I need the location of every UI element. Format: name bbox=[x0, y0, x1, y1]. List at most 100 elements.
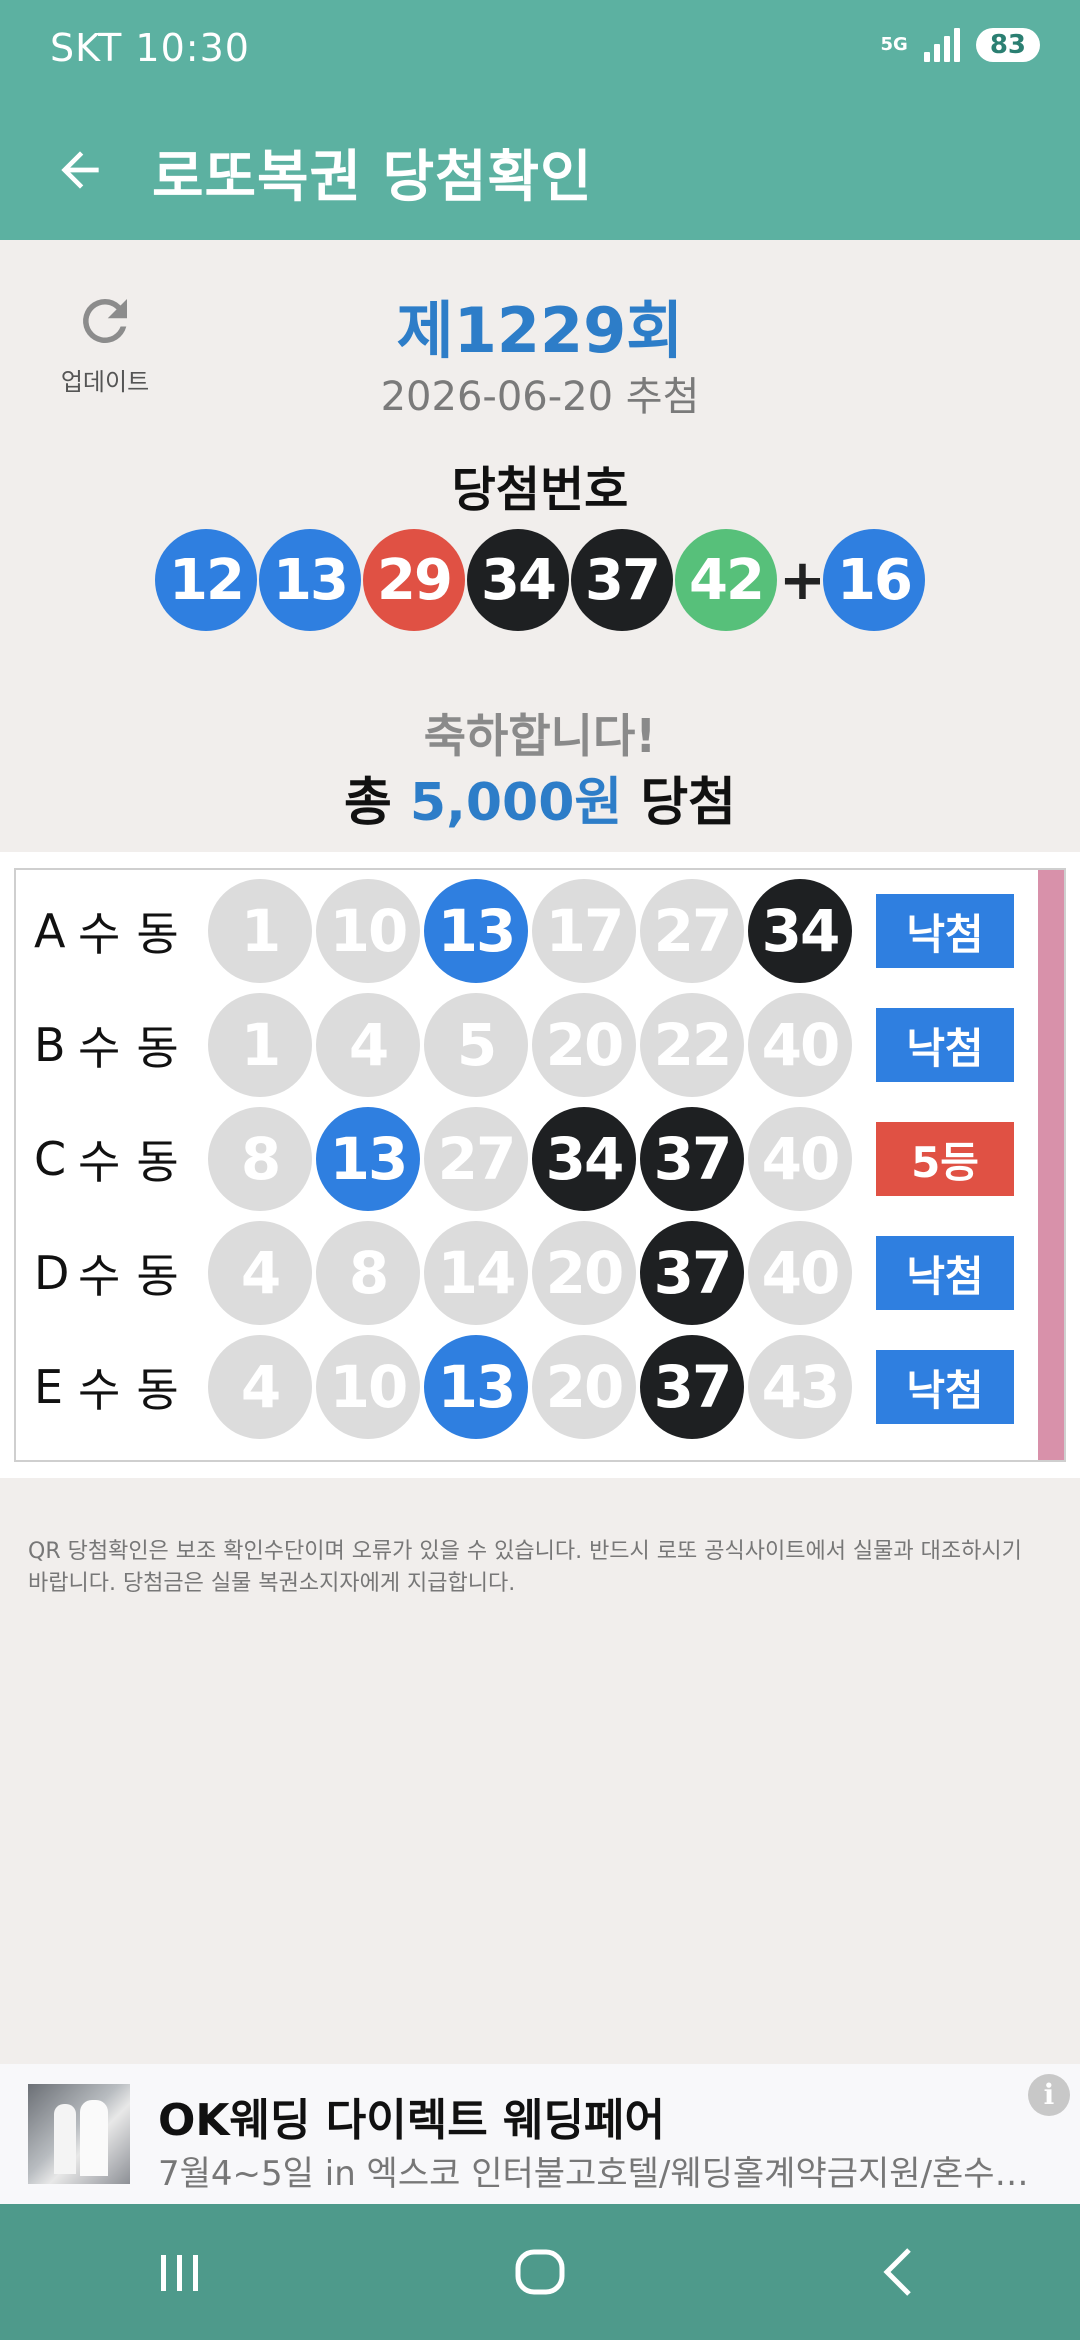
congrats-message: 축하합니다! bbox=[423, 709, 657, 763]
ticket-number-ball: 8 bbox=[208, 1107, 312, 1211]
bonus-number-ball: 16 bbox=[823, 529, 925, 631]
ticket-number-ball: 8 bbox=[316, 1221, 420, 1325]
ticket-number-ball: 20 bbox=[532, 993, 636, 1097]
ticket-number-ball: 13 bbox=[424, 1335, 528, 1439]
recent-apps-icon bbox=[161, 2255, 198, 2291]
ticket-row-c: C 수동 8 13 27 34 37 40 5등 bbox=[16, 1104, 1036, 1214]
ticket-number-ball: 37 bbox=[640, 1335, 744, 1439]
ticket-number-ball: 4 bbox=[208, 1335, 312, 1439]
ticket-number-ball: 40 bbox=[748, 1107, 852, 1211]
system-nav-bar bbox=[0, 2204, 1080, 2340]
ticket-number-ball: 27 bbox=[424, 1107, 528, 1211]
ticket-row-letter: C bbox=[34, 1132, 67, 1186]
ticket-row-mode: 수동 bbox=[78, 1135, 195, 1189]
ticket-number-ball: 34 bbox=[532, 1107, 636, 1211]
ticket-row-d: D 수동 4 8 14 20 37 40 낙첨 bbox=[16, 1218, 1036, 1328]
bonus-plus-sign: + bbox=[779, 547, 826, 613]
winning-numbers-label: 당첨번호 bbox=[451, 462, 629, 518]
total-amount: 5,000원 bbox=[409, 773, 623, 833]
ticket-row-numbers: 1 4 5 20 22 40 bbox=[208, 993, 852, 1097]
chevron-left-icon bbox=[883, 2248, 911, 2296]
total-prefix: 총 bbox=[343, 773, 392, 833]
ticket-number-ball: 22 bbox=[640, 993, 744, 1097]
ticket-number-ball: 37 bbox=[640, 1221, 744, 1325]
ad-thumbnail bbox=[28, 2084, 130, 2184]
ticket-row-mode: 수동 bbox=[78, 907, 195, 961]
ticket-number-ball: 37 bbox=[640, 1107, 744, 1211]
ticket-row-letter: D bbox=[34, 1246, 70, 1300]
ticket-result-badge: 낙첨 bbox=[876, 1350, 1014, 1424]
ticket-section: A 수동 1 10 13 17 27 34 낙첨 B 수동 1 4 5 20 22 40 낙첨 C 수동 8 13 27 34… bbox=[0, 852, 1080, 1478]
arrow-left-icon bbox=[61, 151, 99, 189]
ad-title: OK웨딩 다이렉트 웨딩페어 bbox=[158, 2095, 665, 2146]
ticket-card: A 수동 1 10 13 17 27 34 낙첨 B 수동 1 4 5 20 22 40 낙첨 C 수동 8 13 27 34… bbox=[14, 868, 1066, 1462]
winning-number-ball: 37 bbox=[571, 529, 673, 631]
ad-subtitle: 7월4~5일 in 엑스코 인터불고호텔/웨딩홀계약금지원/혼수POWE... bbox=[158, 2154, 1038, 2194]
ticket-row-numbers: 8 13 27 34 37 40 bbox=[208, 1107, 852, 1211]
network-type-icon: 5G bbox=[880, 34, 908, 55]
ticket-number-ball: 1 bbox=[208, 879, 312, 983]
disclaimer-text: QR 당첨확인은 보조 확인수단이며 오류가 있을 수 있습니다. 반드시 로또… bbox=[28, 1539, 1022, 1596]
battery-icon: 83 bbox=[975, 28, 1040, 62]
draw-date: 2026-06-20 추첨 bbox=[380, 374, 700, 420]
home-icon bbox=[515, 2249, 565, 2295]
winning-number-ball: 29 bbox=[363, 529, 465, 631]
clock: 10:30 bbox=[135, 26, 250, 70]
ticket-number-ball: 13 bbox=[316, 1107, 420, 1211]
ticket-row-a: A 수동 1 10 13 17 27 34 낙첨 bbox=[16, 876, 1036, 986]
ticket-row-numbers: 4 10 13 20 37 43 bbox=[208, 1335, 852, 1439]
ticket-row-numbers: 1 10 13 17 27 34 bbox=[208, 879, 852, 983]
ticket-row-letter: E bbox=[34, 1360, 64, 1414]
total-suffix: 당첨 bbox=[640, 773, 737, 833]
ticket-number-ball: 10 bbox=[316, 1335, 420, 1439]
ticket-row-letter: A bbox=[34, 904, 66, 958]
draw-summary: 업데이트 제1229회 2026-06-20 추첨 당첨번호 12 13 29 34 3… bbox=[0, 240, 1080, 852]
winning-number-ball: 34 bbox=[467, 529, 569, 631]
ticket-number-ball: 43 bbox=[748, 1335, 852, 1439]
ticket-row-mode: 수동 bbox=[78, 1021, 195, 1075]
ticket-result-badge: 5등 bbox=[876, 1122, 1014, 1196]
app-bar: 로또복권 당첨확인 bbox=[0, 100, 1080, 240]
status-carrier-time: SKT 10:30 bbox=[50, 26, 250, 70]
ticket-number-ball: 20 bbox=[532, 1221, 636, 1325]
home-button[interactable] bbox=[480, 2227, 600, 2317]
ticket-row-letter: B bbox=[34, 1018, 66, 1072]
winning-number-ball: 12 bbox=[155, 529, 257, 631]
ticket-row-mode: 수동 bbox=[78, 1249, 195, 1303]
ticket-number-ball: 10 bbox=[316, 879, 420, 983]
back-nav-button[interactable] bbox=[840, 2227, 960, 2317]
ticket-row-numbers: 4 8 14 20 37 40 bbox=[208, 1221, 852, 1325]
winning-number-ball: 42 bbox=[675, 529, 777, 631]
ticket-result-badge: 낙첨 bbox=[876, 1236, 1014, 1310]
ticket-number-ball: 4 bbox=[208, 1221, 312, 1325]
page-title: 로또복권 당첨확인 bbox=[152, 145, 593, 210]
draw-round: 제1229회 bbox=[396, 294, 684, 367]
ticket-number-ball: 34 bbox=[748, 879, 852, 983]
ticket-row-b: B 수동 1 4 5 20 22 40 낙첨 bbox=[16, 990, 1036, 1100]
ticket-number-ball: 5 bbox=[424, 993, 528, 1097]
info-icon[interactable]: i bbox=[1028, 2074, 1070, 2116]
ticket-number-ball: 40 bbox=[748, 1221, 852, 1325]
ticket-number-ball: 4 bbox=[316, 993, 420, 1097]
status-bar: SKT 10:30 5G 83 bbox=[0, 0, 1080, 100]
signal-icon bbox=[923, 28, 960, 62]
winning-numbers: 12 13 29 34 37 42 +16 bbox=[155, 528, 927, 632]
ticket-number-ball: 27 bbox=[640, 879, 744, 983]
ticket-stripe bbox=[1038, 870, 1064, 1460]
winning-number-ball: 13 bbox=[259, 529, 361, 631]
carrier-name: SKT bbox=[50, 26, 123, 70]
ticket-number-ball: 40 bbox=[748, 993, 852, 1097]
ticket-number-ball: 14 bbox=[424, 1221, 528, 1325]
ticket-number-ball: 17 bbox=[532, 879, 636, 983]
back-button[interactable] bbox=[40, 130, 120, 210]
ticket-result-badge: 낙첨 bbox=[876, 1008, 1014, 1082]
ticket-row-mode: 수동 bbox=[78, 1363, 195, 1417]
total-prize: 총 5,000원 당첨 bbox=[0, 760, 1080, 835]
ticket-row-e: E 수동 4 10 13 20 37 43 낙첨 bbox=[16, 1332, 1036, 1442]
ticket-result-badge: 낙첨 bbox=[876, 894, 1014, 968]
recent-apps-button[interactable] bbox=[120, 2227, 240, 2317]
ticket-number-ball: 1 bbox=[208, 993, 312, 1097]
ticket-number-ball: 20 bbox=[532, 1335, 636, 1439]
ad-banner[interactable]: OK웨딩 다이렉트 웨딩페어 7월4~5일 in 엑스코 인터불고호텔/웨딩홀계… bbox=[0, 2064, 1080, 2204]
ticket-number-ball: 13 bbox=[424, 879, 528, 983]
